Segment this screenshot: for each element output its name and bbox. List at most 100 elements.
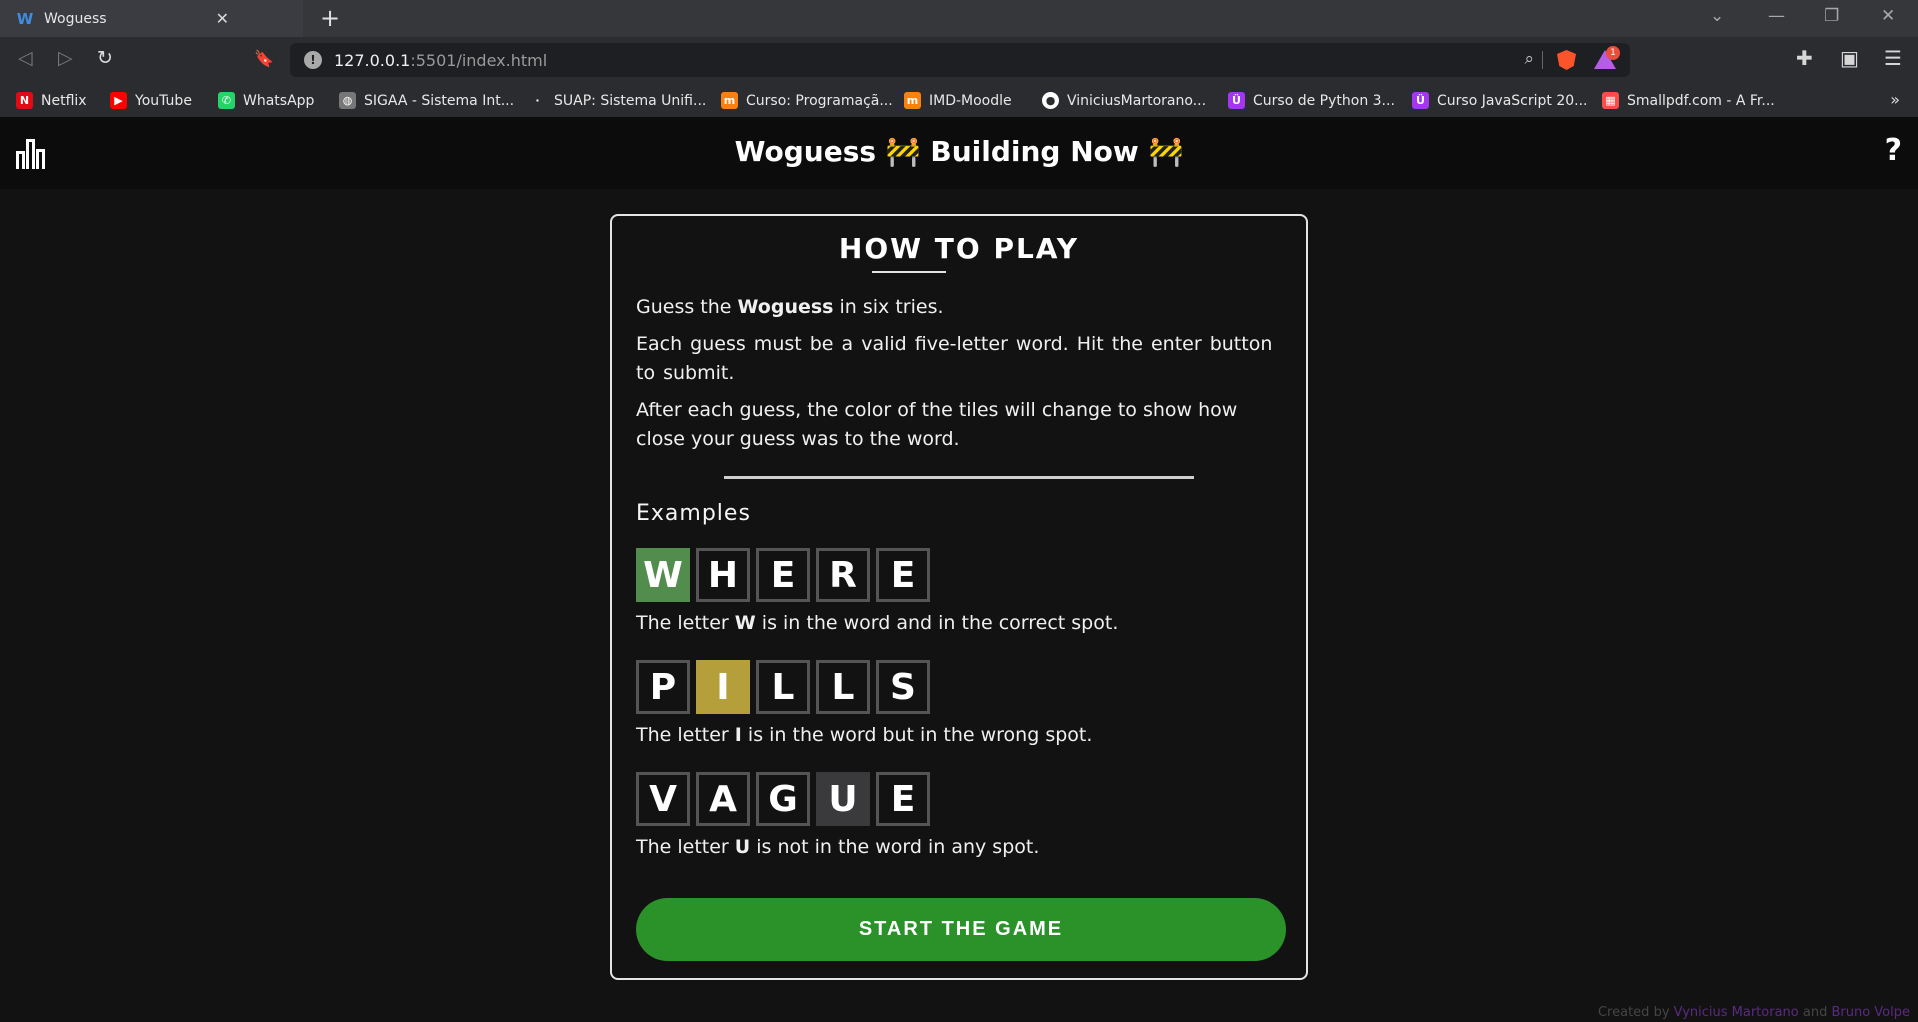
hint-post: is in the word but in the wrong spot. [741,724,1093,746]
minimize-button[interactable]: — [1768,6,1785,26]
bookmark-10[interactable]: ▦ Smallpdf.com - A Fr... [1602,84,1775,117]
url-separator [1542,51,1543,69]
browser-tab[interactable]: W Woguess ✕ [0,0,303,37]
examples-title: Examples [636,501,751,526]
bookmark-label: Curso de Python 3... [1253,92,1395,109]
example-row: VAGUE [636,772,1282,826]
tile-present: I [696,660,750,714]
bookmark-label: Curso JavaScript 20... [1437,92,1588,109]
credits: Created by Vynicius Martorano and Bruno … [1598,1005,1910,1020]
netflix-icon: N [16,92,33,109]
examples-list: W H E R E The letter W is in the word and in … [636,548,1282,860]
hint-post: is in the word and in the correct spot. [755,612,1119,634]
whatsapp-icon: ✆ [218,92,235,109]
bookmark-3[interactable]: ◍ SIGAA - Sistema Int... [339,84,514,117]
bookmark-6[interactable]: m IMD-Moodle [904,84,1012,117]
bookmarks-overflow-icon[interactable]: » [1890,90,1900,109]
bookmark-icon[interactable]: 🔖 [254,49,274,68]
tile: P [636,660,690,714]
bookmark-label: Netflix [41,92,87,109]
modal-title: HOW TO PLAY [838,232,1080,265]
brave-shields-icon[interactable] [1557,50,1576,70]
author-link-1[interactable]: Vynicius Martorano [1674,1005,1799,1020]
rules-p1-pre: Guess the [636,296,738,318]
moodle-icon: m [904,92,921,109]
wallet-icon[interactable]: ▣ [1840,46,1859,70]
hint-pre: The letter [636,724,735,746]
how-to-play-modal: HOW TO PLAY Guess the Woguess in six tri… [610,214,1308,980]
hint-letter: I [734,724,742,746]
tile: E [876,548,930,602]
bookmark-label: ViniciusMartorano... [1067,92,1207,109]
forward-icon[interactable]: ▷ [58,47,73,69]
restore-button[interactable]: ❐ [1824,6,1839,26]
suap-icon: · [529,92,546,109]
new-tab-button[interactable]: + [320,4,340,32]
tile-correct: W [636,548,690,602]
back-icon[interactable]: ◁ [18,47,33,69]
site-info-icon[interactable]: ! [304,51,322,69]
bookmark-8[interactable]: Ü Curso de Python 3... [1228,84,1395,117]
app-header: Woguess 🚧 Building Now 🚧 ? [0,117,1918,189]
tile: V [636,772,690,826]
tile: E [756,548,810,602]
hint-letter: W [734,612,756,634]
url-text[interactable]: 127.0.0.1:5501/index.html [334,51,547,70]
bookmark-4[interactable]: · SUAP: Sistema Unifi... [529,84,706,117]
smallpdf-icon: ▦ [1602,92,1619,109]
divider [724,476,1194,479]
bookmark-9[interactable]: Ü Curso JavaScript 20... [1412,84,1588,117]
tile: E [876,772,930,826]
hint-letter: U [734,836,751,858]
tab-title: Woguess [44,10,107,27]
close-window-button[interactable]: ✕ [1881,6,1895,26]
bookmark-label: IMD-Moodle [929,92,1012,109]
hint-post: is not in the word in any spot. [750,836,1040,858]
tile: R [816,548,870,602]
tab-close-icon[interactable]: ✕ [216,9,229,28]
url-host: 127.0.0.1 [334,51,411,70]
moodle-icon: m [721,92,738,109]
bookmark-1[interactable]: ▶ YouTube [110,84,192,117]
credits-mid: and [1798,1005,1832,1020]
example-row: PILLS [636,660,1282,714]
bookmark-label: Curso: Programaçã... [746,92,893,109]
help-icon[interactable]: ? [1885,133,1902,168]
credits-pre: Created by [1597,1005,1674,1020]
title-underline [872,271,946,273]
bookmark-label: Smallpdf.com - A Fr... [1627,92,1775,109]
address-bar[interactable]: ! 127.0.0.1:5501/index.html ⌕ 1 [290,43,1630,77]
hint-pre: The letter [636,612,735,634]
woguess-favicon-icon: W [16,9,34,28]
bookmarks-bar: N Netflix ▶ YouTube ✆ WhatsApp ◍ SIGAA - Sistem… [0,84,1918,117]
rules-p1-post: in six tries. [833,296,944,318]
reload-icon[interactable]: ↻ [97,47,113,69]
browser-tab-bar: W Woguess ✕ + ⌄ — ❐ ✕ [0,0,1918,37]
start-game-button[interactable]: START THE GAME [636,898,1286,961]
udemy-icon: Ü [1228,92,1245,109]
example-explanation: The letter I is in the word but in the w… [636,722,1282,748]
rules-p1-bold: Woguess [737,296,834,318]
menu-icon[interactable]: ☰ [1884,46,1902,70]
rules-paragraph-1: Guess the Woguess in six tries. [636,293,1282,322]
tile: S [876,660,930,714]
author-link-2[interactable]: Bruno Volpe [1831,1005,1910,1020]
github-icon: ● [1042,92,1059,109]
hint-pre: The letter [636,836,735,858]
url-path: :5501/index.html [410,51,548,70]
browser-toolbar: ◁ ▷ ↻ 🔖 ! 127.0.0.1:5501/index.html ⌕ 1 … [0,37,1918,84]
tab-search-icon[interactable]: ⌄ [1710,6,1724,26]
bookmark-2[interactable]: ✆ WhatsApp [218,84,314,117]
bookmark-label: SIGAA - Sistema Int... [364,92,515,109]
bookmark-0[interactable]: N Netflix [16,84,87,117]
bookmark-7[interactable]: ● ViniciusMartorano... [1042,84,1206,117]
app-title: Woguess 🚧 Building Now 🚧 [734,135,1184,168]
extensions-icon[interactable]: ✚ [1796,46,1813,70]
example-row: WHERE [636,548,1282,602]
youtube-icon: ▶ [110,92,127,109]
rules-paragraph-2: Each guess must be a valid five-letter w… [636,333,1273,384]
bookmark-5[interactable]: m Curso: Programaçã... [721,84,893,117]
bookmark-label: YouTube [135,92,192,109]
zoom-icon[interactable]: ⌕ [1524,49,1534,69]
tile-absent: U [816,772,870,826]
